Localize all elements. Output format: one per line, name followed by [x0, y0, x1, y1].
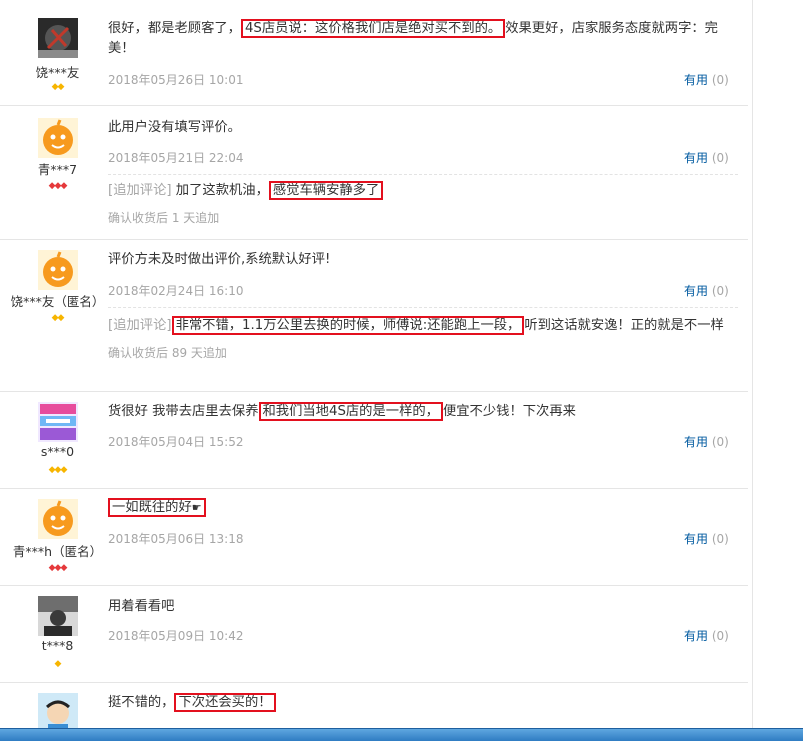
useful-button[interactable]: 有用 (0)	[684, 71, 729, 88]
useful-count: (0)	[711, 151, 729, 165]
useful-button[interactable]: 有用 (0)	[684, 282, 729, 299]
user-level-icon: ◆	[54, 659, 62, 669]
avatar[interactable]	[38, 499, 78, 539]
highlight-box: 非常不错，1.1万公里去换的时候，师傅说:还能跑上一段，	[171, 316, 525, 335]
review-text: 很好，都是老顾客了， 4S店员说：这价格我们店是绝对买不到的。 效果更好，店家服务态…	[108, 19, 738, 59]
review-item: 饶***友（匿名） ◆◆ 评价方未及时做出评价,系统默认好评! 2018年02月…	[0, 240, 748, 392]
highlight-box: 4S店员说：这价格我们店是绝对买不到的。	[240, 19, 506, 38]
review-item: t***8 ◆ 用着看看吧 2018年05月09日 10:42 有用 (0)	[0, 586, 748, 683]
user-name: s***0	[40, 444, 75, 459]
useful-count: (0)	[711, 435, 729, 449]
right-gutter	[752, 0, 803, 740]
useful-button[interactable]: 有用 (0)	[684, 627, 729, 644]
append-tag: [追加评论]	[108, 318, 172, 333]
useful-button[interactable]: 有用 (0)	[684, 149, 729, 166]
user-name: 饶***友（匿名）	[10, 294, 105, 309]
useful-label[interactable]: 有用	[684, 284, 708, 298]
review-text-part: 货很好 我带去店里去保养	[108, 404, 259, 419]
user-level-icon: ◆◆◆	[48, 181, 68, 191]
review-date: 2018年05月06日 13:18	[108, 532, 244, 546]
useful-count: (0)	[711, 629, 729, 643]
avatar[interactable]	[38, 118, 78, 158]
review-date: 2018年05月21日 22:04	[108, 151, 244, 165]
dark-logo-avatar-icon	[38, 18, 78, 58]
user-name: 青***7	[37, 162, 78, 177]
useful-label[interactable]: 有用	[684, 629, 708, 643]
append-text-part: 听到这话就安逸！正的就是不一样	[524, 318, 724, 333]
user-name: 饶***友	[35, 65, 80, 80]
user-name: t***8	[41, 638, 74, 653]
cartoon-avatar-icon	[38, 693, 78, 733]
avatar[interactable]	[38, 596, 78, 636]
avatar[interactable]	[38, 18, 78, 58]
user-name: 青***h（匿名）	[12, 544, 103, 559]
review-item: 饶***友 ◆◆ 很好，都是老顾客了， 4S店员说：这价格我们店是绝对买不到的。效…	[0, 0, 748, 106]
review-text: 挺不错的， 下次还会买的！	[108, 693, 738, 713]
review-date: 2018年02月24日 16:10	[108, 284, 244, 298]
append-tag: [追加评论]	[108, 183, 172, 198]
useful-label[interactable]: 有用	[684, 532, 708, 546]
highlight-box: 下次还会买的！	[174, 693, 276, 712]
highlight-text: 一如既往的好	[112, 500, 192, 515]
avatar[interactable]	[38, 402, 78, 442]
review-text: 货很好 我带去店里去保养 和我们当地4S店的是一样的， 便宜不少钱！下次再来	[108, 402, 738, 422]
highlight-box: 感觉车辆安静多了	[268, 181, 384, 200]
useful-button[interactable]: 有用 (0)	[684, 433, 729, 450]
append-text: [追加评论] 加了这款机油， 感觉车辆安静多了	[108, 181, 738, 201]
useful-count: (0)	[711, 284, 729, 298]
useful-label[interactable]: 有用	[684, 435, 708, 449]
appended-review: [追加评论] 非常不错，1.1万公里去换的时候，师傅说:还能跑上一段， 听到这话就安…	[108, 307, 738, 388]
review-text: 用着看看吧	[108, 599, 175, 614]
thumbs-hand-icon: ☛	[191, 501, 202, 514]
review-item: s***0 ◆◆◆ 货很好 我带去店里去保养 和我们当地4S店的是一样的， 便宜不少…	[0, 392, 748, 489]
append-text-part: 加了这款机油，	[171, 183, 269, 198]
orange-mascot-icon	[38, 250, 78, 290]
orange-mascot-icon	[38, 118, 78, 158]
appended-review: [追加评论] 加了这款机油， 感觉车辆安静多了 确认收货后 1 天追加	[108, 174, 738, 235]
useful-count: (0)	[711, 532, 729, 546]
append-meta: 确认收货后 89 天追加	[108, 346, 227, 360]
review-text: 评价方未及时做出评价,系统默认好评!	[108, 252, 331, 267]
review-text-part: 挺不错的，	[108, 695, 175, 710]
user-level-icon: ◆◆◆	[48, 563, 68, 573]
append-meta: 确认收货后 1 天追加	[108, 211, 220, 225]
useful-button[interactable]: 有用 (0)	[684, 530, 729, 547]
review-date: 2018年05月04日 15:52	[108, 435, 244, 449]
user-level-icon: ◆◆	[51, 82, 65, 92]
review-item: 青***7 ◆◆◆ 此用户没有填写评价。 2018年05月21日 22:04 有…	[0, 106, 748, 240]
user-level-icon: ◆◆◆	[48, 465, 68, 475]
review-text-part: 便宜不少钱！下次再来	[442, 404, 576, 419]
avatar[interactable]	[38, 693, 78, 733]
review-date: 2018年05月09日 10:42	[108, 629, 244, 643]
review-text-part: 很好，都是老顾客了，	[108, 21, 241, 36]
useful-count: (0)	[711, 73, 729, 87]
colorful-shop-icon	[38, 402, 78, 442]
orange-mascot-icon	[38, 499, 78, 539]
review-date: 2018年05月26日 10:01	[108, 73, 244, 87]
taskbar	[0, 728, 803, 741]
review-text: 此用户没有填写评价。	[108, 120, 241, 135]
avatar[interactable]	[38, 250, 78, 290]
review-text: 一如既往的好☛	[108, 498, 738, 518]
photo-avatar-icon	[38, 596, 78, 636]
useful-label[interactable]: 有用	[684, 151, 708, 165]
user-level-icon: ◆◆	[51, 313, 65, 323]
highlight-box: 一如既往的好☛	[108, 498, 206, 517]
highlight-box: 和我们当地4S店的是一样的，	[258, 402, 443, 421]
append-text: [追加评论] 非常不错，1.1万公里去换的时候，师傅说:还能跑上一段， 听到这话就安…	[108, 316, 738, 336]
useful-label[interactable]: 有用	[684, 73, 708, 87]
review-item: 青***h（匿名） ◆◆◆ 一如既往的好☛ 2018年05月06日 13:18 …	[0, 489, 748, 586]
